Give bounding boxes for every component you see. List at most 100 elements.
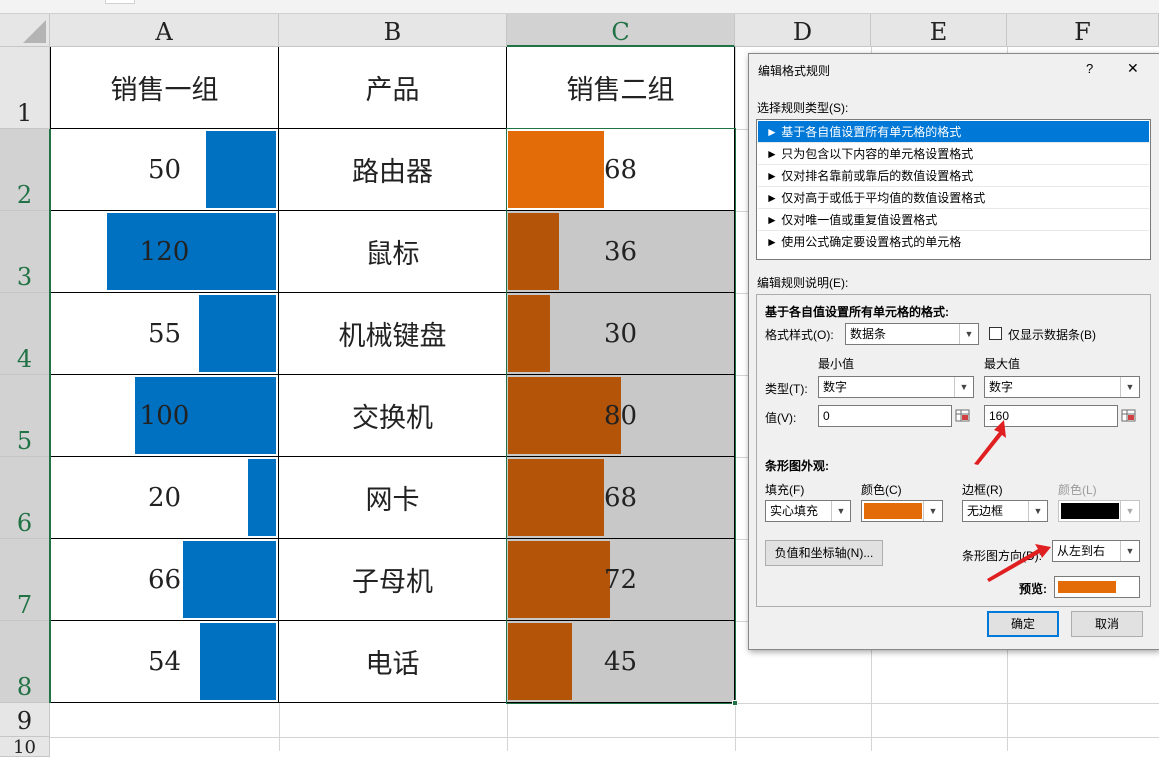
border-color-swatch [1061, 503, 1119, 519]
cell-sales-group-1[interactable]: 100 [50, 375, 279, 457]
combo-value: 数字 [989, 380, 1014, 394]
cell-text: 68 [603, 482, 638, 513]
cell-product[interactable]: 子母机 [279, 539, 507, 621]
list-separator [758, 208, 1149, 209]
chevron-down-icon: ▼ [923, 501, 942, 521]
row-header-4[interactable]: 4 [0, 293, 50, 375]
border-label: 边框(R) [962, 483, 1003, 497]
cell-sales-group-1[interactable]: 20 [50, 457, 279, 539]
border-select[interactable]: 无边框 ▼ [962, 500, 1048, 522]
cell-sales-group-2[interactable]: 45 [507, 621, 735, 703]
fill-color-picker[interactable]: ▼ [861, 500, 943, 522]
row-header-2[interactable]: 2 [0, 129, 50, 211]
row-header-10[interactable]: 10 [0, 737, 50, 758]
rule-type-item[interactable]: ► 只为包含以下内容的单元格设置格式 [758, 143, 1149, 165]
cell-text: 80 [603, 400, 638, 431]
list-separator [758, 164, 1149, 165]
max-type-select[interactable]: 数字 ▼ [984, 376, 1140, 398]
row-header-8[interactable]: 8 [0, 621, 50, 703]
cell-product[interactable]: 机械键盘 [279, 293, 507, 375]
rule-type-item[interactable]: ► 仅对唯一值或重复值设置格式 [758, 209, 1149, 231]
cell-sales-group-1[interactable]: 50 [50, 129, 279, 211]
select-rule-type-label: 选择规则类型(S): [757, 101, 849, 115]
cell-sales-group-2[interactable]: 68 [507, 129, 735, 211]
border-color-label: 颜色(L) [1058, 483, 1097, 497]
combo-value: 实心填充 [770, 504, 819, 518]
row-header-1[interactable]: 1 [0, 47, 50, 129]
cell-sales-group-1[interactable]: 54 [50, 621, 279, 703]
top-strip [0, 0, 1159, 14]
cell-text: 网卡 [365, 485, 420, 516]
row-header-7[interactable]: 7 [0, 539, 50, 621]
type-label: 类型(T): [765, 382, 808, 396]
chevron-down-icon: ▼ [959, 324, 978, 344]
cell-product[interactable]: 电话 [279, 621, 507, 703]
cancel-button[interactable]: 取消 [1071, 611, 1143, 637]
cell-text: 120 [139, 236, 190, 267]
cell-text: 36 [603, 236, 638, 267]
help-button[interactable]: ? [1086, 61, 1093, 76]
border-color-picker[interactable]: ▼ [1058, 500, 1140, 522]
annotation-arrow-icon [987, 544, 1051, 582]
header-cell-sales-group-2[interactable]: 销售二组 [507, 47, 735, 129]
cell-product[interactable]: 路由器 [279, 129, 507, 211]
cell-sales-group-1[interactable]: 55 [50, 293, 279, 375]
column-header-e[interactable]: E [871, 14, 1007, 47]
rule-type-list[interactable]: ► 基于各自值设置所有单元格的格式 ► 只为包含以下内容的单元格设置格式 ► 仅… [756, 119, 1151, 260]
row-header-6[interactable]: 6 [0, 457, 50, 539]
cell-product[interactable]: 鼠标 [279, 211, 507, 293]
cell-text: 100 [139, 400, 190, 431]
cell-product[interactable]: 网卡 [279, 457, 507, 539]
cell-sales-group-1[interactable]: 120 [50, 211, 279, 293]
cell-sales-group-2[interactable]: 30 [507, 293, 735, 375]
show-bar-only-checkbox[interactable] [989, 327, 1002, 340]
rule-type-item[interactable]: ► 基于各自值设置所有单元格的格式 [758, 121, 1149, 143]
top-strip-tab[interactable] [105, 0, 135, 4]
cell-sales-group-2[interactable]: 72 [507, 539, 735, 621]
select-all-corner[interactable] [0, 14, 50, 47]
column-header-f[interactable]: F [1007, 14, 1159, 47]
row-header-9[interactable]: 9 [0, 703, 50, 737]
column-header-a[interactable]: A [50, 14, 279, 47]
preview-bar [1058, 581, 1116, 593]
edit-rule-description-label: 编辑规则说明(E): [757, 276, 849, 290]
column-header-d[interactable]: D [735, 14, 871, 47]
min-value-input[interactable]: 0 [818, 405, 952, 427]
column-header-b[interactable]: B [279, 14, 507, 47]
column-header-c[interactable]: C [507, 14, 735, 47]
chevron-down-icon: ▼ [1120, 377, 1139, 397]
chevron-down-icon: ▼ [954, 377, 973, 397]
cell-text: 电话 [365, 649, 420, 680]
cell-picker-icon[interactable] [955, 408, 971, 424]
cell-sales-group-2[interactable]: 36 [507, 211, 735, 293]
row-header-5[interactable]: 5 [0, 375, 50, 457]
description-heading: 基于各自值设置所有单元格的格式: [765, 305, 949, 319]
cell-sales-group-2[interactable]: 80 [507, 375, 735, 457]
row-number: 6 [16, 509, 33, 537]
cell-sales-group-1[interactable]: 66 [50, 539, 279, 621]
header-cell-product[interactable]: 产品 [279, 47, 507, 129]
chevron-down-icon: ▼ [1120, 541, 1139, 561]
cell-sales-group-2[interactable]: 68 [507, 457, 735, 539]
rule-type-item[interactable]: ► 使用公式确定要设置格式的单元格 [758, 231, 1149, 253]
fill-select[interactable]: 实心填充 ▼ [765, 500, 851, 522]
row-number: 5 [16, 427, 33, 455]
rule-type-item[interactable]: ► 仅对排名靠前或靠后的数值设置格式 [758, 165, 1149, 187]
row-header-3[interactable]: 3 [0, 211, 50, 293]
format-style-select[interactable]: 数据条 ▼ [845, 323, 979, 345]
fill-color-label: 颜色(C) [861, 483, 902, 497]
ok-button[interactable]: 确定 [987, 611, 1059, 637]
edit-format-rule-dialog: 编辑格式规则 ? ✕ 选择规则类型(S): ► 基于各自值设置所有单元格的格式 … [748, 53, 1159, 650]
close-icon[interactable]: ✕ [1127, 60, 1139, 77]
row-number: 3 [16, 263, 33, 291]
cell-product[interactable]: 交换机 [279, 375, 507, 457]
input-value: 0 [823, 409, 830, 423]
combo-value: 数字 [823, 380, 848, 394]
header-cell-sales-group-1[interactable]: 销售一组 [50, 47, 279, 129]
cell-picker-icon[interactable] [1121, 408, 1137, 424]
bar-direction-select[interactable]: 从左到右 ▼ [1052, 540, 1140, 562]
min-type-select[interactable]: 数字 ▼ [818, 376, 974, 398]
negative-value-axis-button[interactable]: 负值和坐标轴(N)... [765, 540, 883, 566]
rule-type-item[interactable]: ► 仅对高于或低于平均值的数值设置格式 [758, 187, 1149, 209]
cell-text: 20 [147, 482, 182, 513]
